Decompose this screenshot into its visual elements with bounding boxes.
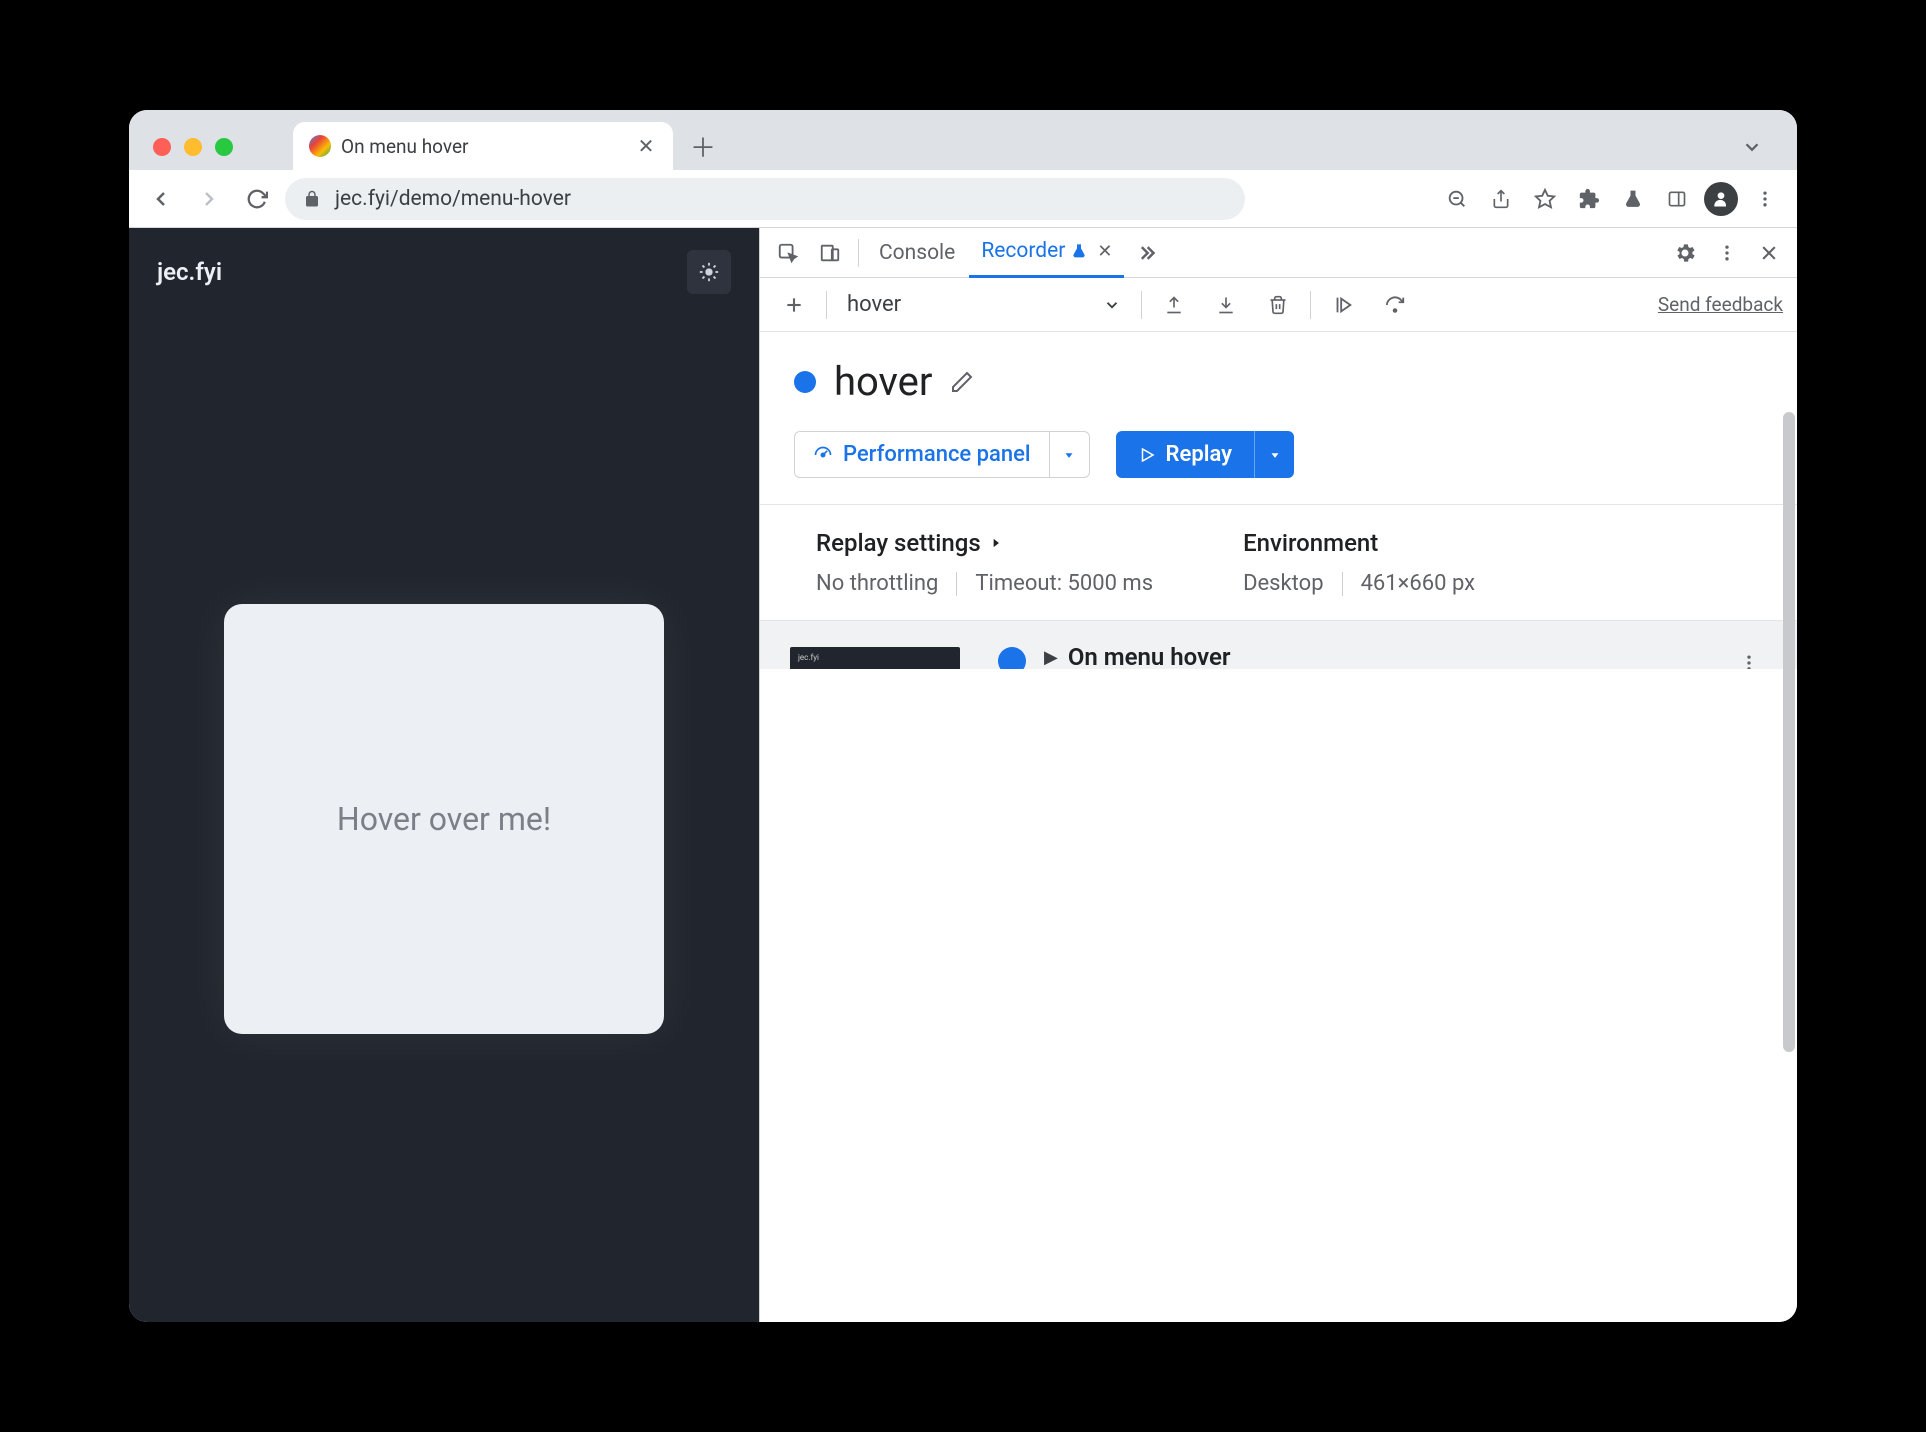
theme-toggle-button[interactable] <box>687 250 731 294</box>
send-feedback-link[interactable]: Send feedback <box>1658 293 1783 316</box>
new-recording-icon[interactable] <box>774 285 814 325</box>
more-tabs-icon[interactable] <box>1126 233 1166 273</box>
recording-title: hover <box>834 358 932 405</box>
page-pane: jec.fyi Hover over me! <box>129 228 759 1322</box>
reload-button[interactable] <box>237 179 277 219</box>
gauge-icon <box>813 445 833 465</box>
tab-recorder[interactable]: Recorder ✕ <box>969 228 1124 278</box>
recording-status-dot-icon <box>794 371 816 393</box>
hover-card-text: Hover over me! <box>337 800 551 838</box>
replay-button[interactable]: Replay <box>1116 431 1294 478</box>
new-tab-button[interactable]: ＋ <box>683 126 723 166</box>
address-bar[interactable]: jec.fyi/demo/menu-hover <box>285 178 1245 220</box>
browser-menu-icon[interactable] <box>1745 179 1785 219</box>
device-value: Desktop <box>1243 571 1324 596</box>
settings-panel: Replay settings No throttling Timeout: 5… <box>760 504 1797 621</box>
browser-window: On menu hover ✕ ＋ jec.fyi/demo/menu-hove… <box>129 110 1797 1322</box>
tab-close-icon[interactable]: ✕ <box>1097 241 1112 262</box>
devtools-panel: Console Recorder ✕ hover <box>759 228 1797 1322</box>
import-icon[interactable] <box>1206 285 1246 325</box>
tab-strip: On menu hover ✕ ＋ <box>129 110 1797 170</box>
devtools-settings-icon[interactable] <box>1665 233 1705 273</box>
browser-toolbar: jec.fyi/demo/menu-hover <box>129 170 1797 228</box>
share-icon[interactable] <box>1481 179 1521 219</box>
tab-console[interactable]: Console <box>867 228 967 278</box>
export-icon[interactable] <box>1154 285 1194 325</box>
performance-panel-button[interactable]: Performance panel <box>794 431 1090 478</box>
back-button[interactable] <box>141 179 181 219</box>
devtools-close-icon[interactable] <box>1749 233 1789 273</box>
flask-icon <box>1071 243 1087 259</box>
inspect-element-icon[interactable] <box>768 233 808 273</box>
tab-title: On menu hover <box>341 135 625 158</box>
caret-right-icon <box>989 536 1003 550</box>
timeout-value: Timeout: 5000 ms <box>975 571 1153 596</box>
throttling-value: No throttling <box>816 571 938 596</box>
chevron-down-icon <box>1103 296 1121 314</box>
steps-area: jec.fyi Hover over me! ✕ ▶ On menu hover… <box>760 621 1797 669</box>
replay-settings-heading[interactable]: Replay settings <box>816 529 1153 557</box>
page-header: jec.fyi <box>129 228 759 316</box>
recorder-toolbar: hover Send feedback <box>760 278 1797 332</box>
lock-icon <box>303 190 321 208</box>
profile-avatar[interactable] <box>1701 179 1741 219</box>
step-title: On menu hover <box>1068 643 1775 669</box>
forward-button[interactable] <box>189 179 229 219</box>
close-window-icon[interactable] <box>153 138 171 156</box>
labs-icon[interactable] <box>1613 179 1653 219</box>
scrollbar[interactable] <box>1783 412 1795 1052</box>
minimize-window-icon[interactable] <box>184 138 202 156</box>
favicon-icon <box>309 135 331 157</box>
performance-dropdown-caret[interactable] <box>1049 432 1089 477</box>
recording-title-row: hover <box>760 332 1797 431</box>
devtools-tab-bar: Console Recorder ✕ <box>760 228 1797 278</box>
window-controls <box>143 138 243 170</box>
viewport-value: 461×660 px <box>1361 571 1476 596</box>
tabs-dropdown-icon[interactable] <box>1741 136 1783 170</box>
step-menu-icon[interactable] <box>1733 647 1765 669</box>
browser-tab[interactable]: On menu hover ✕ <box>293 122 673 170</box>
sidepanel-icon[interactable] <box>1657 179 1697 219</box>
hover-card[interactable]: Hover over me! <box>224 604 664 1034</box>
tab-close-icon[interactable]: ✕ <box>635 135 657 157</box>
edit-title-icon[interactable] <box>950 370 974 394</box>
content-area: jec.fyi Hover over me! Console Recorde <box>129 228 1797 1322</box>
maximize-window-icon[interactable] <box>215 138 233 156</box>
replay-dropdown-caret[interactable] <box>1254 431 1294 478</box>
devtools-menu-icon[interactable] <box>1707 233 1747 273</box>
step-row-navigate[interactable]: ▶ On menu hover https://jec.fyi/demo/men… <box>1044 643 1775 669</box>
delete-icon[interactable] <box>1258 285 1298 325</box>
environment-heading: Environment <box>1243 529 1475 557</box>
step-over-icon[interactable] <box>1375 285 1415 325</box>
expand-step-icon[interactable]: ▶ <box>1044 643 1058 668</box>
recording-selector[interactable]: hover <box>839 292 1129 317</box>
step-replay-icon[interactable] <box>1323 285 1363 325</box>
sun-icon <box>698 261 720 283</box>
url-text: jec.fyi/demo/menu-hover <box>335 187 571 211</box>
play-icon <box>1138 446 1156 464</box>
page-brand: jec.fyi <box>157 258 222 286</box>
zoom-icon[interactable] <box>1437 179 1477 219</box>
device-toolbar-icon[interactable] <box>810 233 850 273</box>
action-buttons-row: Performance panel Replay <box>760 431 1797 504</box>
bookmark-icon[interactable] <box>1525 179 1565 219</box>
step-dot-success-icon <box>998 647 1026 669</box>
extensions-icon[interactable] <box>1569 179 1609 219</box>
step-thumbnail: jec.fyi Hover over me! <box>790 647 960 669</box>
